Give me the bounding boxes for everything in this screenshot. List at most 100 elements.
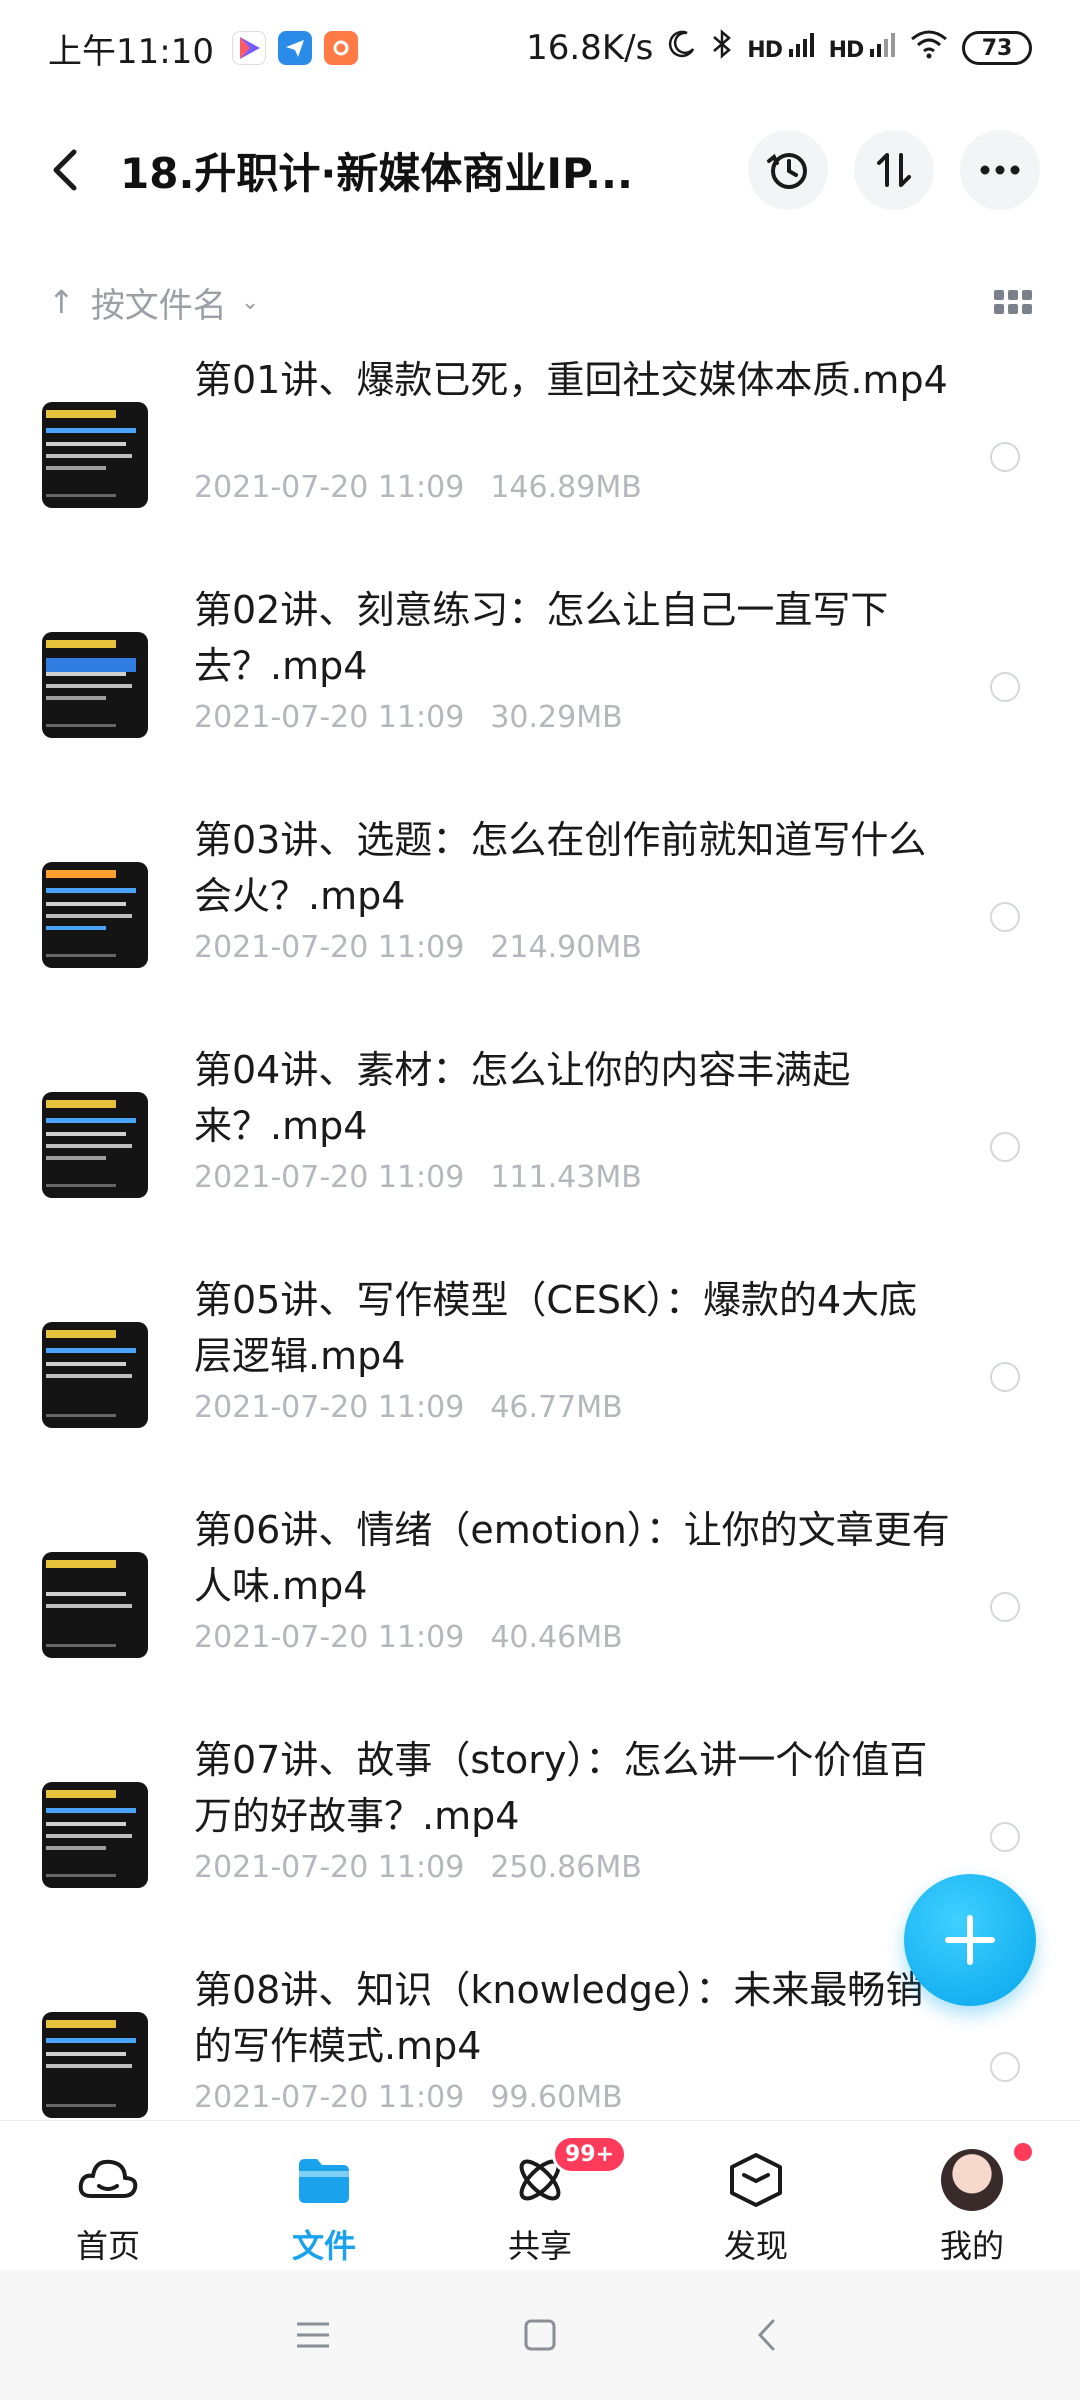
file-date: 2021-07-20 11:09 bbox=[194, 700, 465, 735]
select-checkbox[interactable] bbox=[990, 1362, 1020, 1392]
video-thumbnail bbox=[42, 402, 148, 508]
file-name: 第04讲、素材：怎么让你的内容丰满起来？.mp4 bbox=[194, 1048, 851, 1148]
nav-label: 我的 bbox=[939, 2227, 1004, 2265]
history-icon bbox=[767, 153, 807, 189]
nav-label: 首页 bbox=[75, 2227, 140, 2265]
file-meta: 2021-07-20 11:09 250.86MB bbox=[194, 1850, 642, 1885]
header-bar: 18.升职计·新媒体商业IP... bbox=[0, 96, 1080, 244]
file-meta: 2021-07-20 11:09 46.77MB bbox=[194, 1390, 623, 1425]
add-fab-button[interactable] bbox=[904, 1874, 1036, 2006]
signal-label: HD bbox=[828, 38, 865, 63]
file-item[interactable]: 第03讲、选题：怎么在创作前就知道写什么会火？.mp4 2021-07-20 1… bbox=[0, 802, 1080, 1032]
back-button[interactable] bbox=[40, 145, 90, 195]
file-name: 第07讲、故事（story）：怎么讲一个价值百万的好故事？.mp4 bbox=[194, 1738, 928, 1838]
file-size: 146.89MB bbox=[490, 470, 642, 505]
file-item[interactable]: 第02讲、刻意练习：怎么让自己一直写下去？.mp4 2021-07-20 11:… bbox=[0, 572, 1080, 802]
signal-label: HD bbox=[747, 38, 783, 63]
home-square-icon[interactable] bbox=[510, 2305, 570, 2365]
select-checkbox[interactable] bbox=[990, 2052, 1020, 2082]
file-date: 2021-07-20 11:09 bbox=[194, 1390, 465, 1425]
file-name: 第08讲、知识（knowledge）：未来最畅销的写作模式.mp4 bbox=[194, 1968, 924, 2068]
history-button[interactable] bbox=[748, 130, 828, 210]
notification-badge: 99+ bbox=[552, 2135, 628, 2174]
file-name: 第06讲、情绪（emotion）：让你的文章更有人味.mp4 bbox=[194, 1508, 950, 1608]
file-meta: 2021-07-20 11:09 40.46MB bbox=[194, 1620, 623, 1655]
file-item[interactable]: 第06讲、情绪（emotion）：让你的文章更有人味.mp4 2021-07-2… bbox=[0, 1492, 1080, 1722]
select-checkbox[interactable] bbox=[990, 1822, 1020, 1852]
plus-icon bbox=[945, 1915, 995, 1965]
nav-label: 发现 bbox=[723, 2227, 788, 2265]
select-checkbox[interactable] bbox=[990, 1132, 1020, 1162]
file-meta: 2021-07-20 11:09 214.90MB bbox=[194, 930, 642, 965]
select-checkbox[interactable] bbox=[990, 442, 1020, 472]
file-size: 214.90MB bbox=[490, 930, 642, 965]
nav-discover[interactable]: 发现 bbox=[648, 2121, 864, 2270]
notification-dot bbox=[1014, 2143, 1032, 2161]
file-item[interactable]: 第01讲、爆款已死，重回社交媒体本质.mp4 2021-07-20 11:09 1… bbox=[0, 342, 1080, 572]
file-item[interactable]: 第05讲、写作模型（CESK）：爆款的4大底层逻辑.mp4 2021-07-20… bbox=[0, 1262, 1080, 1492]
cloud-icon bbox=[77, 2149, 139, 2211]
menu-icon[interactable] bbox=[283, 2305, 343, 2365]
nav-share[interactable]: 99+ 共享 bbox=[432, 2121, 648, 2270]
video-thumbnail bbox=[42, 2012, 148, 2118]
nav-label: 共享 bbox=[507, 2227, 572, 2265]
nav-files[interactable]: 文件 bbox=[216, 2121, 432, 2270]
signal-icon: HD bbox=[747, 33, 814, 63]
folder-icon bbox=[293, 2149, 355, 2211]
file-name: 第02讲、刻意练习：怎么让自己一直写下去？.mp4 bbox=[194, 588, 889, 688]
hexagon-icon bbox=[725, 2149, 787, 2211]
wifi-icon bbox=[910, 28, 948, 68]
system-nav-bar bbox=[0, 2270, 1080, 2400]
sort-label[interactable]: 按文件名 bbox=[91, 278, 227, 327]
file-meta: 2021-07-20 11:09 99.60MB bbox=[194, 2080, 623, 2115]
back-arrow-icon bbox=[53, 149, 77, 191]
app-notification-icon bbox=[277, 31, 312, 65]
sort-up-arrow-icon[interactable]: ↑ bbox=[48, 283, 75, 321]
select-checkbox[interactable] bbox=[990, 672, 1020, 702]
file-size: 250.86MB bbox=[490, 1850, 642, 1885]
video-thumbnail bbox=[42, 1322, 148, 1428]
bluetooth-icon bbox=[711, 28, 733, 69]
app-root: 上午11:10 16.8K/s HD HD 73 18.升职计·新媒体商业IP.… bbox=[0, 0, 1080, 2400]
file-date: 2021-07-20 11:09 bbox=[194, 1160, 465, 1195]
grid-view-icon[interactable] bbox=[994, 290, 1032, 314]
file-size: 111.43MB bbox=[490, 1160, 642, 1195]
more-dots-icon bbox=[980, 165, 1020, 175]
file-meta: 2021-07-20 11:09 111.43MB bbox=[194, 1160, 642, 1195]
more-button[interactable] bbox=[960, 130, 1040, 210]
file-date: 2021-07-20 11:09 bbox=[194, 1620, 465, 1655]
file-date: 2021-07-20 11:09 bbox=[194, 2080, 465, 2115]
status-time: 上午11:10 bbox=[48, 31, 214, 72]
up-down-arrows-icon bbox=[877, 153, 911, 187]
signal-icon-2: HD bbox=[829, 33, 896, 63]
avatar bbox=[941, 2149, 1003, 2211]
file-date: 2021-07-20 11:09 bbox=[194, 930, 465, 965]
select-checkbox[interactable] bbox=[990, 1592, 1020, 1622]
page-title: 18.升职计·新媒体商业IP... bbox=[120, 148, 633, 198]
back-chevron-icon[interactable] bbox=[737, 2305, 797, 2365]
file-size: 30.29MB bbox=[490, 700, 623, 735]
file-date: 2021-07-20 11:09 bbox=[194, 1850, 465, 1885]
file-date: 2021-07-20 11:09 bbox=[194, 470, 465, 505]
bottom-nav: 首页 文件 99+ 共享 发现 我的 bbox=[0, 2120, 1080, 2270]
video-thumbnail bbox=[42, 632, 148, 738]
file-meta: 2021-07-20 11:09 30.29MB bbox=[194, 700, 623, 735]
chevron-down-icon[interactable]: ⌄ bbox=[241, 290, 259, 315]
select-checkbox[interactable] bbox=[990, 902, 1020, 932]
taobao-icon bbox=[323, 31, 358, 65]
file-size: 40.46MB bbox=[490, 1620, 623, 1655]
file-name: 第03讲、选题：怎么在创作前就知道写什么会火？.mp4 bbox=[194, 818, 927, 918]
file-name: 第01讲、爆款已死，重回社交媒体本质.mp4 bbox=[194, 358, 948, 402]
file-meta: 2021-07-20 11:09 146.89MB bbox=[194, 470, 642, 505]
transfer-button[interactable] bbox=[854, 130, 934, 210]
status-bar: 上午11:10 16.8K/s HD HD 73 bbox=[0, 0, 1080, 96]
network-speed: 16.8K/s bbox=[526, 28, 654, 68]
sort-row: ↑ 按文件名 ⌄ bbox=[0, 262, 1080, 342]
video-thumbnail bbox=[42, 862, 148, 968]
nav-home[interactable]: 首页 bbox=[0, 2121, 216, 2270]
file-size: 99.60MB bbox=[490, 2080, 623, 2115]
file-item[interactable]: 第04讲、素材：怎么让你的内容丰满起来？.mp4 2021-07-20 11:0… bbox=[0, 1032, 1080, 1262]
nav-profile[interactable]: 我的 bbox=[864, 2121, 1080, 2270]
battery-indicator: 73 bbox=[962, 31, 1032, 65]
status-right: 16.8K/s HD HD 73 bbox=[526, 28, 1032, 69]
